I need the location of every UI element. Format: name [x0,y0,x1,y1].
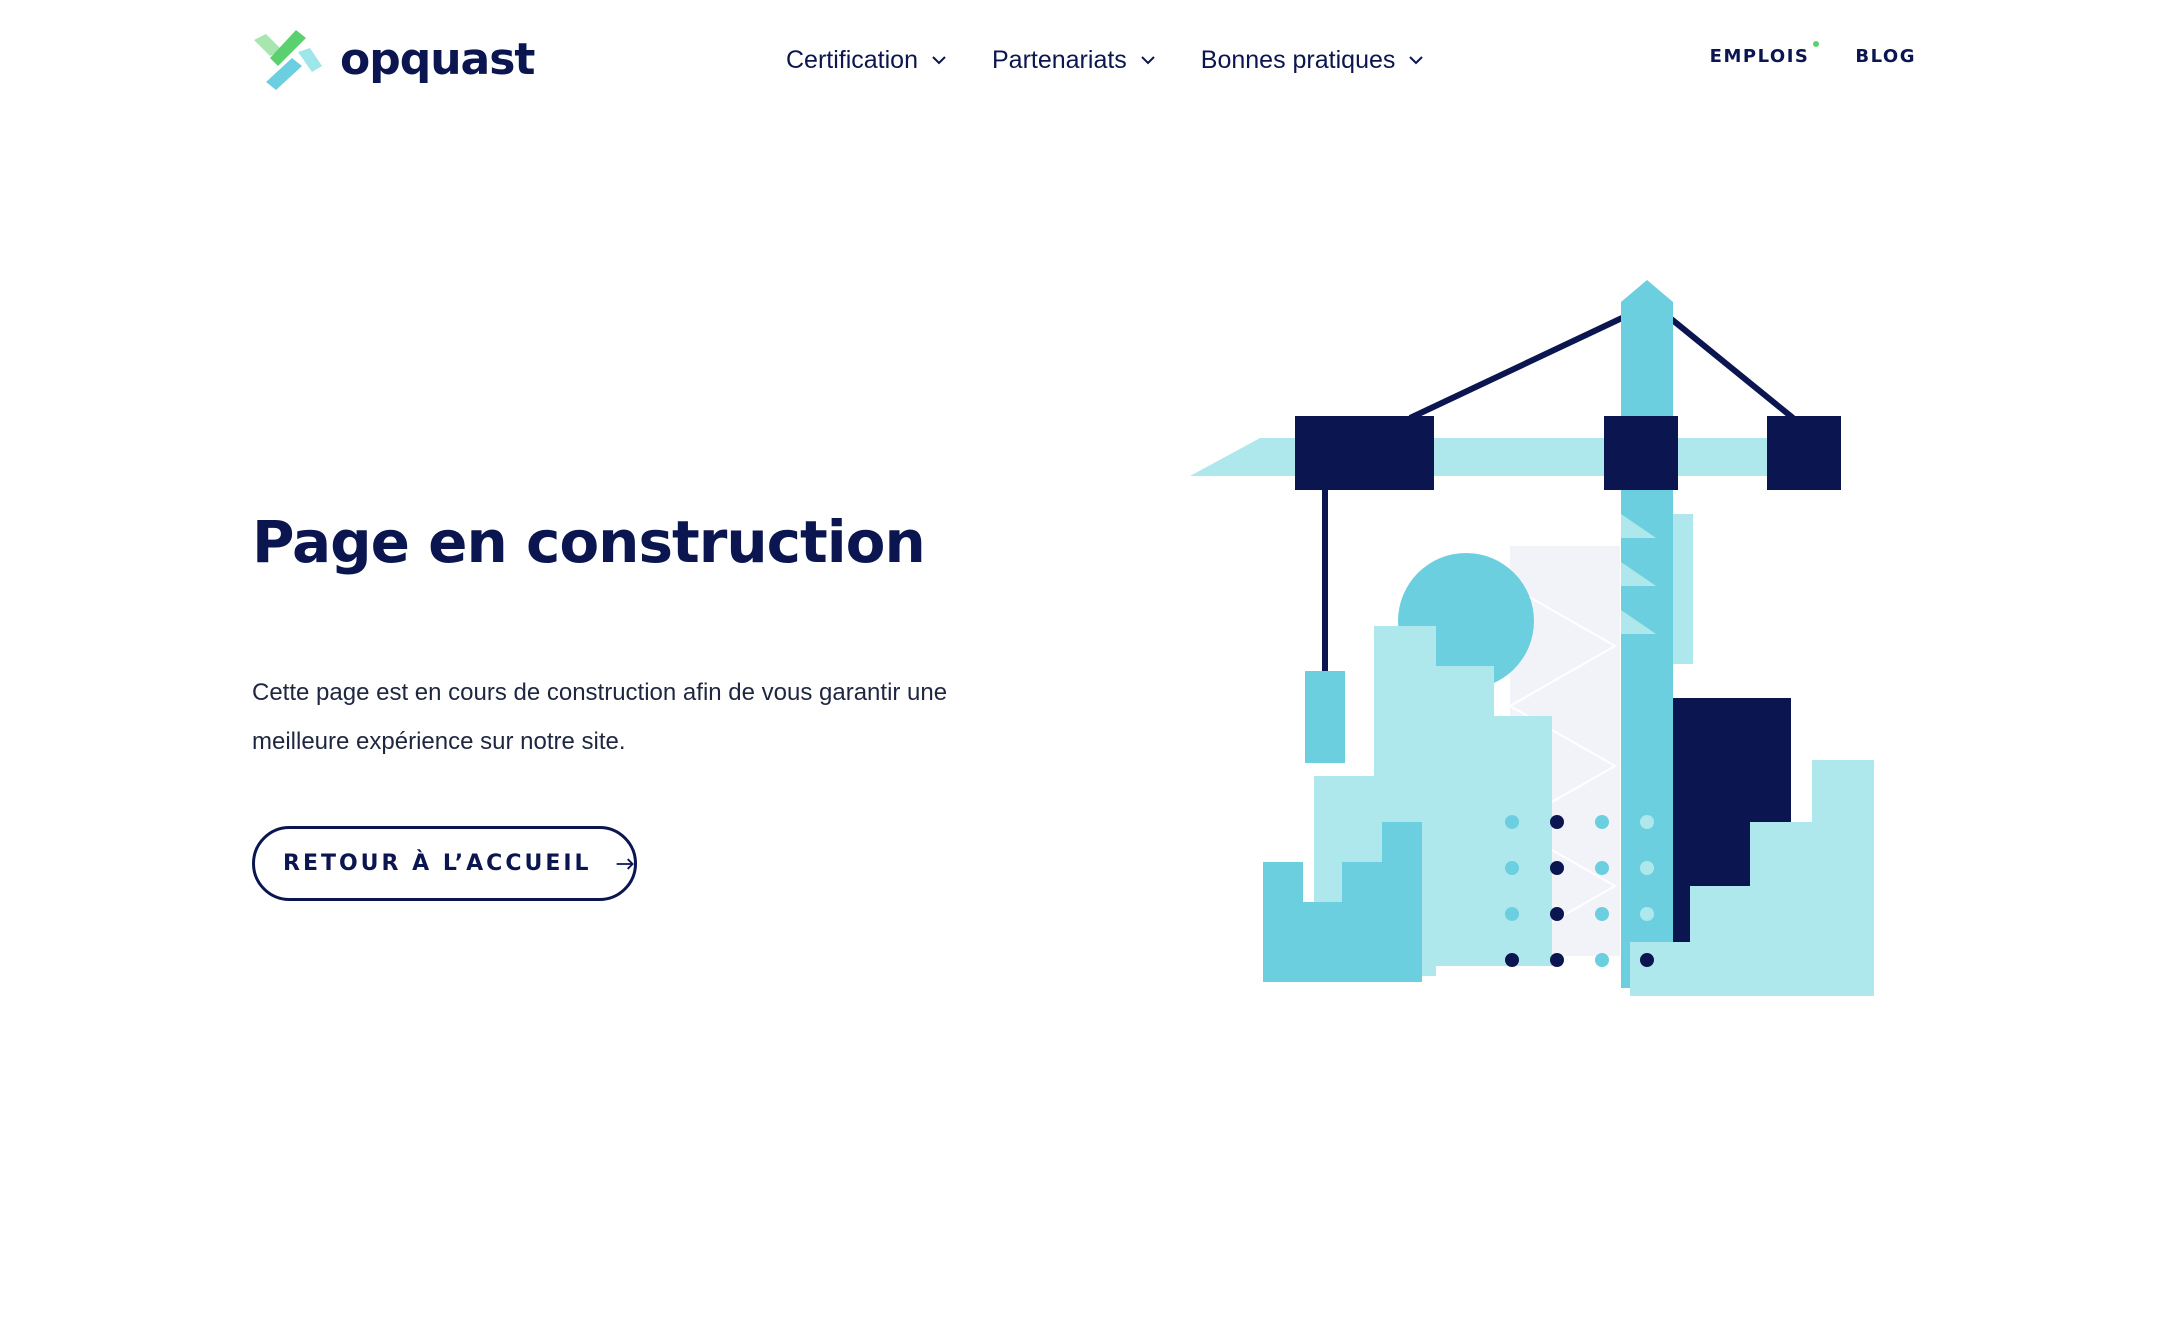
nav-item-label: Certification [786,45,918,74]
site-header: opquast Certification Partenariats Bonne… [0,0,2160,125]
opquast-logo-icon [254,30,322,90]
secondary-nav: EMPLOIS BLOG [1709,41,1916,67]
jobs-link[interactable]: EMPLOIS [1709,41,1820,67]
logo-wordmark: opquast [340,34,535,85]
nav-item-bonnes-pratiques[interactable]: Bonnes pratiques [1201,46,1426,75]
nav-item-partenariats[interactable]: Partenariats [992,46,1157,75]
nav-item-label: Bonnes pratiques [1200,45,1396,74]
page-description: Cette page est en cours de construction … [252,679,948,755]
chevron-down-icon [1141,56,1155,65]
main-nav: Certification Partenariats Bonnes pratiq… [786,40,1425,80]
logo-link[interactable]: opquast [252,28,535,92]
chevron-down-icon [932,56,946,65]
new-indicator-dot [1813,41,1820,47]
jobs-link-label: EMPLOIS [1709,46,1810,67]
arrow-right-icon [616,857,634,870]
back-home-button[interactable]: RETOUR À L’ACCUEIL [252,826,637,901]
blog-link[interactable]: BLOG [1855,46,1916,67]
page-title: Page en construction [252,508,926,576]
back-home-button-label: RETOUR À L’ACCUEIL [283,851,592,876]
chevron-down-icon [1409,56,1424,65]
nav-item-label: Partenariats [992,45,1127,74]
construction-illustration [1190,280,1874,996]
blog-link-label: BLOG [1855,46,1916,67]
nav-item-certification[interactable]: Certification [786,46,948,75]
